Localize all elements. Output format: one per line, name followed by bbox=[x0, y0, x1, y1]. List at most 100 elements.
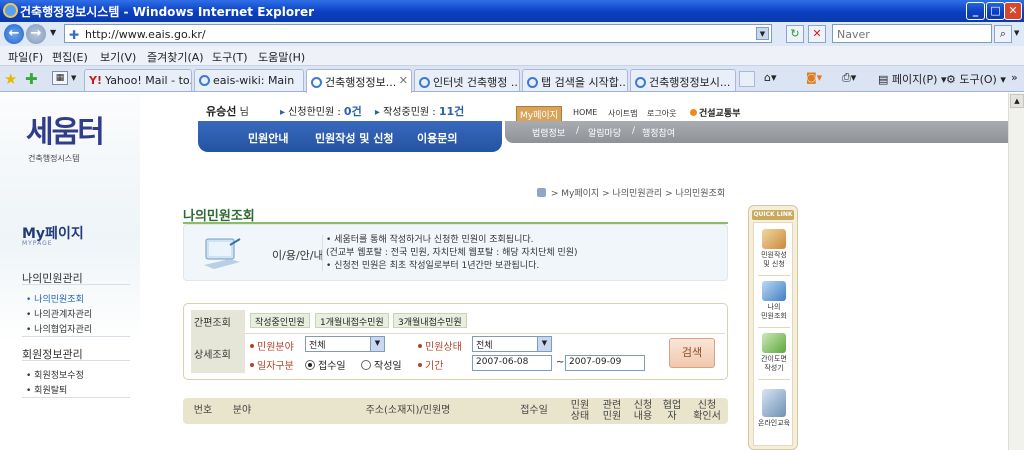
back-button[interactable]: ← bbox=[4, 24, 24, 44]
ministry-link[interactable]: 건설교통부 bbox=[690, 106, 740, 119]
results-table-header: 번호 분야 주소(소재지)/민원명 접수일 민원 상태 관련 민원 신청 내용 … bbox=[183, 398, 728, 424]
history-dropdown-icon[interactable]: ▼ bbox=[50, 28, 56, 37]
date-from-input[interactable]: 2007-06-08 bbox=[472, 355, 552, 371]
column-header: 접수일 bbox=[520, 405, 548, 416]
address-input[interactable]: ✚ http://www.eais.go.kr/ ▼ bbox=[64, 24, 772, 43]
apply-icon bbox=[762, 229, 786, 249]
search-input[interactable] bbox=[832, 24, 992, 43]
column-header: 분야 bbox=[232, 405, 252, 416]
search-dropdown-icon[interactable]: ▼ bbox=[1014, 29, 1019, 37]
vertical-scrollbar[interactable]: ▲ bbox=[1008, 93, 1024, 450]
add-favorite-icon[interactable]: ✚ bbox=[25, 70, 38, 88]
close-button[interactable]: ✕ bbox=[1004, 2, 1022, 20]
notice-line: • 신청전 민원은 최초 작성일로부터 1년간만 보관됩니다. bbox=[326, 261, 540, 271]
quick-link-online-education[interactable]: 온라인교육 bbox=[754, 389, 794, 428]
tools-menu[interactable]: ⚙ 도구(O) ▾ bbox=[946, 71, 1006, 87]
applied-count[interactable]: 0건 bbox=[344, 105, 362, 118]
quick-link-drawing-tool[interactable]: 간이도면 작성기 bbox=[754, 333, 794, 373]
logo-text: 세움터 bbox=[26, 115, 105, 150]
nav-law-info[interactable]: 법령정보 bbox=[532, 126, 565, 139]
tab-list-dropdown-icon[interactable]: ▼ bbox=[71, 74, 76, 82]
tab-eais-2[interactable]: 건축행정정보시... bbox=[630, 69, 736, 91]
column-header: 신청 내용 bbox=[633, 400, 653, 422]
nav-complaint-guide[interactable]: 민원안내 bbox=[248, 130, 288, 146]
feeds-icon[interactable]: ◙▾ bbox=[806, 71, 822, 84]
radio-checked-icon bbox=[305, 360, 315, 370]
nav-inquiry[interactable]: 이용문의 bbox=[417, 130, 457, 146]
page-menu[interactable]: ▤ 페이지(P) ▾ bbox=[878, 71, 947, 87]
minimize-button[interactable]: _ bbox=[966, 2, 985, 20]
nav-notice[interactable]: 알림마당 bbox=[588, 126, 621, 139]
tab-internet-building[interactable]: 인터넷 건축행정 ... bbox=[414, 69, 520, 91]
search-icon[interactable]: ⌕ bbox=[994, 25, 1012, 43]
new-tab-button[interactable] bbox=[739, 71, 755, 87]
divider bbox=[22, 360, 130, 361]
arrow-icon: ▸ bbox=[374, 107, 380, 118]
date-to-input[interactable]: 2007-09-09 bbox=[565, 355, 645, 371]
site-logo[interactable]: 세움터 건축행정시스템 bbox=[26, 107, 136, 163]
maximize-button[interactable]: □ bbox=[986, 2, 1005, 20]
refresh-icon[interactable]: ↻ bbox=[786, 25, 804, 43]
three-month-button[interactable]: 3개월내접수민원 bbox=[393, 313, 467, 328]
tab-eais-wiki[interactable]: eais-wiki: Main bbox=[194, 69, 304, 91]
date-type-label: 일자구분 bbox=[250, 357, 294, 372]
user-name: 유승선 bbox=[206, 105, 237, 118]
sitemap-link[interactable]: 사이트맵 bbox=[608, 108, 637, 119]
field-select[interactable]: 전체 ▼ bbox=[305, 336, 385, 352]
chevron-down-icon: ▼ bbox=[537, 337, 551, 351]
one-month-button[interactable]: 1개월내접수민원 bbox=[315, 313, 389, 328]
menu-help[interactable]: 도움말(H) bbox=[258, 49, 305, 65]
search-button[interactable]: 검색 bbox=[669, 338, 715, 368]
divider bbox=[22, 397, 130, 398]
tab-yahoo-mail[interactable]: Y! Yahoo! Mail - to... bbox=[84, 69, 192, 91]
nav-participation[interactable]: 행정참여 bbox=[642, 126, 675, 139]
home-link[interactable]: HOME bbox=[573, 108, 597, 117]
divider bbox=[22, 284, 130, 285]
writing-count[interactable]: 11건 bbox=[439, 105, 464, 118]
notice-line: • 세움터를 통해 작성하거나 신청한 민원이 조회됩니다. bbox=[326, 235, 534, 245]
nav-complaint-apply[interactable]: 민원작성 및 신청 bbox=[315, 130, 394, 146]
tab-eais-active[interactable]: 건축행정정보... ✕ bbox=[306, 69, 412, 93]
home-icon[interactable]: ⌂▾ bbox=[764, 71, 777, 84]
writing-complaints-button[interactable]: 작성중인민원 bbox=[250, 313, 310, 328]
sidebar-item-edit-member[interactable]: • 회원정보수정 bbox=[26, 368, 84, 381]
status-label: 민원상태 bbox=[418, 338, 462, 353]
page-content: 세움터 건축행정시스템 My페이지 MYPAGE 나의민원관리 • 나의민원조회… bbox=[0, 93, 1008, 450]
scroll-up-icon[interactable]: ▲ bbox=[1010, 94, 1024, 108]
divider bbox=[758, 327, 790, 328]
toolbar-overflow-icon[interactable]: » bbox=[1011, 71, 1018, 84]
search-field[interactable] bbox=[837, 26, 987, 42]
search-panel: 간편조회 작성중인민원 1개월내접수민원 3개월내접수민원 상세조회 민원분야 … bbox=[183, 303, 728, 380]
sidebar-item-related-people[interactable]: • 나의관계자관리 bbox=[26, 307, 92, 320]
receipt-date-radio[interactable]: 접수일 bbox=[305, 357, 346, 372]
divider bbox=[245, 333, 725, 334]
close-tab-icon[interactable]: ✕ bbox=[399, 74, 408, 87]
sidebar-item-my-complaint-lookup[interactable]: • 나의민원조회 bbox=[26, 292, 84, 305]
quick-tabs-icon[interactable]: ▦ bbox=[52, 71, 68, 85]
menu-favorites[interactable]: 즐겨찾기(A) bbox=[147, 49, 204, 65]
menu-view[interactable]: 보기(V) bbox=[100, 49, 136, 65]
tab-tab-search[interactable]: 탭 검색을 시작합... bbox=[522, 69, 628, 91]
menu-file[interactable]: 파일(F) bbox=[8, 49, 43, 65]
field-label: 민원분야 bbox=[250, 338, 294, 353]
ie-page-icon bbox=[635, 77, 646, 88]
favorites-star-icon[interactable]: ★ bbox=[4, 70, 17, 88]
status-select[interactable]: 전체 ▼ bbox=[472, 336, 552, 352]
forward-button[interactable]: → bbox=[26, 24, 46, 44]
logout-link[interactable]: 로그아웃 bbox=[647, 108, 676, 119]
home-icon[interactable] bbox=[537, 188, 546, 197]
address-dropdown-icon[interactable]: ▼ bbox=[756, 27, 769, 40]
divider bbox=[322, 235, 323, 271]
menu-tools[interactable]: 도구(T) bbox=[212, 49, 248, 65]
sidebar-item-withdraw[interactable]: • 회원탈퇴 bbox=[26, 383, 67, 396]
write-date-radio[interactable]: 작성일 bbox=[361, 357, 402, 372]
quick-link-apply[interactable]: 민원작성 및 신청 bbox=[754, 229, 794, 269]
stop-icon[interactable]: ✕ bbox=[808, 25, 826, 43]
writing-label: 작성중민원 : bbox=[383, 107, 436, 118]
sidebar-item-collaborators[interactable]: • 나의협업자관리 bbox=[26, 322, 92, 335]
quick-link-my-complaints[interactable]: 나의 민원조회 bbox=[754, 281, 794, 321]
print-icon[interactable]: ⎙▾ bbox=[842, 71, 856, 85]
menu-edit[interactable]: 편집(E) bbox=[52, 49, 88, 65]
quick-link-list: 민원작성 및 신청 나의 민원조회 간이도면 작성기 온라인교육 bbox=[753, 222, 793, 446]
date-separator: ~ bbox=[556, 357, 565, 368]
